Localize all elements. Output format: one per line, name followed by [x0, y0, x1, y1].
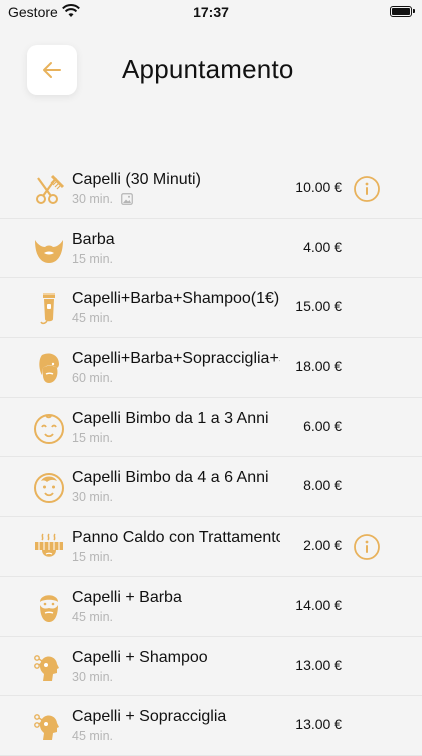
service-name: Capelli + Shampoo: [72, 648, 208, 666]
service-price: 2.00 €: [303, 537, 342, 554]
service-row[interactable]: Panno Caldo con Trattamento 15 min. 2.00…: [0, 517, 422, 577]
service-duration: 60 min.: [72, 371, 113, 386]
service-price: 8.00 €: [303, 477, 342, 494]
header: Appuntamento: [0, 40, 422, 102]
service-duration: 15 min.: [72, 550, 113, 565]
service-name: Capelli Bimbo da 4 a 6 Anni: [72, 469, 269, 487]
info-icon[interactable]: [354, 176, 380, 202]
service-row[interactable]: Capelli + Shampoo 30 min. 13.00 €: [0, 637, 422, 697]
service-price: 15.00 €: [295, 298, 342, 315]
service-price: 10.00 €: [295, 179, 342, 195]
head-scissors-icon: [32, 650, 66, 684]
status-bar: Gestore 17:37: [0, 0, 422, 26]
service-duration: 45 min.: [72, 609, 113, 624]
service-price: 14.00 €: [295, 596, 342, 613]
service-price: 13.00 €: [295, 716, 342, 733]
service-name: Capelli Bimbo da 1 a 3 Anni: [72, 409, 269, 427]
child-face-icon: [32, 470, 66, 504]
service-price: 4.00 €: [303, 238, 342, 255]
service-price: 13.00 €: [295, 656, 342, 673]
service-row[interactable]: Barba 15 min. 4.00 €: [0, 219, 422, 279]
battery-icon: [390, 6, 415, 17]
scissors-comb-icon: [32, 172, 66, 206]
service-row[interactable]: Capelli + Sopracciglia 45 min. 13.00 €: [0, 696, 422, 756]
service-name: Capelli (30 Minuti): [72, 171, 201, 188]
service-name: Capelli+Barba+Shampoo(1€): [72, 290, 280, 308]
service-row[interactable]: Capelli+Barba+Shampoo(1€) 45 min. 15.00 …: [0, 278, 422, 339]
back-button[interactable]: [27, 45, 77, 95]
service-row[interactable]: Capelli+Barba+Sopracciglia+S 60 min. 18.…: [0, 338, 422, 398]
info-icon[interactable]: [354, 534, 380, 561]
beard-icon: [32, 232, 66, 266]
service-row[interactable]: Capelli Bimbo da 4 a 6 Anni 30 min. 8.00…: [0, 457, 422, 518]
page-title: Appuntamento: [122, 54, 294, 84]
service-price: 6.00 €: [303, 417, 342, 434]
service-row[interactable]: Capelli (30 Minuti) 30 min. 10.00 €: [0, 159, 422, 219]
service-list: Capelli (30 Minuti) 30 min. 10.00 € Barb…: [0, 159, 422, 756]
trimmer-icon: [32, 291, 66, 325]
service-duration: 45 min.: [72, 729, 113, 744]
service-duration: 45 min.: [72, 311, 113, 326]
service-duration: 15 min.: [72, 251, 113, 266]
service-duration: 30 min.: [72, 669, 113, 684]
service-duration: 15 min.: [72, 430, 113, 445]
service-name: Capelli + Barba: [72, 588, 182, 606]
service-price: 18.00 €: [295, 358, 342, 375]
man-beard-icon: [32, 590, 66, 624]
service-name: Panno Caldo con Trattamento: [72, 529, 280, 547]
bearded-face-icon: [32, 351, 66, 385]
service-duration: 30 min.: [72, 490, 113, 505]
service-name: Capelli+Barba+Sopracciglia+S: [72, 350, 280, 368]
head-scissors-icon: [32, 709, 66, 743]
clock: 17:37: [193, 4, 229, 20]
service-name: Capelli + Sopracciglia: [72, 708, 227, 726]
service-row[interactable]: Capelli + Barba 45 min. 14.00 €: [0, 577, 422, 637]
service-duration: 30 min.: [72, 192, 113, 206]
arrow-left-icon: [43, 62, 61, 78]
hot-towel-icon: [32, 530, 66, 564]
service-name: Barba: [72, 230, 115, 248]
photo-icon[interactable]: [121, 193, 133, 205]
service-row[interactable]: Capelli Bimbo da 1 a 3 Anni 15 min. 6.00…: [0, 398, 422, 458]
baby-face-icon: [32, 411, 66, 445]
